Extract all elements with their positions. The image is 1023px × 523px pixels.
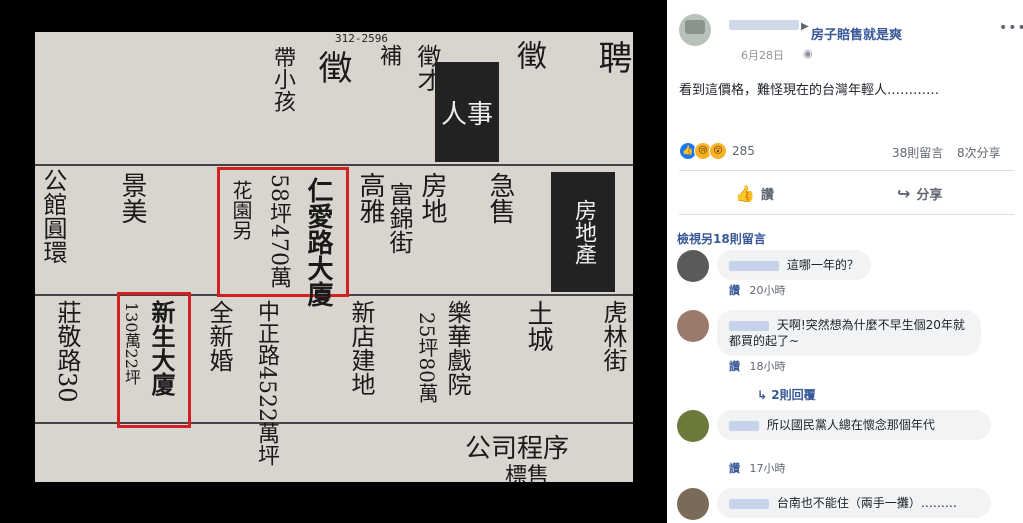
np-text: 富錦街: [385, 182, 413, 254]
post-header: ▶ 房子賠售就是爽 6月28日 ◉ •••: [679, 8, 1023, 62]
thumbs-up-icon: 👍: [735, 183, 755, 203]
np-text: 莊敬路30: [53, 300, 81, 403]
np-text: 景美: [117, 172, 147, 224]
wow-reaction-icon: 😮: [709, 142, 727, 160]
comment-meta: 讚 20小時: [729, 282, 786, 298]
more-options-icon[interactable]: •••: [999, 20, 1023, 36]
np-text: 急售: [485, 172, 515, 224]
np-ad1-title: 仁愛路大廈: [303, 177, 333, 307]
np-text: 25坪80萬: [415, 312, 439, 403]
np-ad1-detail: 58坪470萬: [266, 174, 291, 288]
comment-time: 20小時: [749, 284, 786, 297]
replies-label: 2則回覆: [771, 388, 816, 402]
reaction-count: 285: [732, 144, 755, 158]
comment-like-link[interactable]: 讚: [729, 360, 740, 373]
np-banner-ad: 人事: [435, 62, 499, 162]
view-replies-link[interactable]: ↳ 2則回覆: [757, 386, 816, 403]
np-text: 高雅: [355, 172, 385, 224]
np-ad1-sub: 花園另: [229, 180, 253, 240]
comment-bubble: 台南也不能住（兩手一攤）………: [717, 488, 991, 518]
comment-like-link[interactable]: 讚: [729, 462, 740, 475]
np-text: 標售: [505, 464, 550, 482]
np-text: 虎林街: [599, 300, 627, 372]
commenter-avatar[interactable]: [677, 488, 709, 520]
commenter-avatar[interactable]: [677, 250, 709, 282]
page-name-link[interactable]: 房子賠售就是爽: [811, 24, 902, 43]
divider: [679, 170, 1014, 171]
share-button[interactable]: ↪ 分享: [897, 182, 942, 204]
comment-like-link[interactable]: 讚: [729, 284, 740, 297]
comment-text: 這哪一年的？: [786, 258, 859, 272]
np-text: 新店建地: [347, 300, 375, 396]
np-text: 聘: [592, 40, 632, 74]
np-text: 帶小孩: [270, 46, 295, 112]
post-panel: ▶ 房子賠售就是爽 6月28日 ◉ ••• 看到這價格，難怪現在的台灣年輕人………: [667, 0, 1023, 523]
comment-time: 18小時: [749, 360, 786, 373]
commenter-name-redacted[interactable]: [729, 420, 759, 431]
post-timestamp[interactable]: 6月28日: [741, 47, 784, 63]
np-text: 土城: [523, 300, 553, 352]
np-text: 補: [376, 44, 401, 66]
np-text: 中正路4522萬坪: [254, 300, 279, 466]
comment-meta: 讚 17小時: [729, 460, 786, 476]
comment-time: 17小時: [749, 462, 786, 475]
share-icon: ↪: [897, 183, 911, 203]
comment-item: 台南也不能住（兩手一攤）………: [677, 488, 1012, 523]
like-button[interactable]: 👍 讚: [735, 182, 774, 204]
comment-bubble: 天啊!突然想為什麼不早生個20年就都買的起了~: [717, 310, 981, 356]
commenter-avatar[interactable]: [677, 410, 709, 442]
divider: [679, 214, 1014, 215]
comment-item: 天啊!突然想為什麼不早生個20年就都買的起了~ 讚 18小時 ↳ 2則回覆: [677, 310, 1012, 405]
comment-text: 台南也不能住（兩手一攤）………: [776, 496, 957, 510]
share-button-label: 分享: [916, 187, 943, 203]
np-phone: 312-2596: [335, 32, 388, 45]
view-more-comments[interactable]: 檢視另18則留言: [677, 230, 766, 247]
caret-right-icon: ▶: [801, 21, 809, 32]
globe-icon: ◉: [803, 47, 813, 60]
comment-text: 所以國民黨人總在懷念那個年代: [766, 418, 935, 432]
np-text: 全新婚: [205, 300, 233, 372]
newspaper-photo: 聘 徵 徵才 補 徵 帶小孩 312-2596 人事 房地產 急售 房地 富錦街…: [35, 32, 633, 482]
np-ad2-detail: 130萬22坪: [122, 302, 141, 385]
comments-count-link[interactable]: 38則留言: [892, 144, 943, 161]
np-ad2-title: 新生大廈: [147, 300, 176, 396]
np-text: 公館圓環: [39, 168, 67, 264]
comment-bubble: 這哪一年的？: [717, 250, 871, 280]
photo-viewer: 聘 徵 徵才 補 徵 帶小孩 312-2596 人事 房地產 急售 房地 富錦街…: [0, 0, 667, 523]
np-divider: [35, 164, 633, 166]
commenter-name-redacted[interactable]: [729, 260, 779, 271]
author-avatar[interactable]: [679, 14, 711, 46]
post-text: 看到這價格，難怪現在的台灣年輕人…………: [679, 83, 940, 98]
author-name-redacted[interactable]: [729, 20, 799, 30]
commenter-avatar[interactable]: [677, 310, 709, 342]
np-text: 徵: [312, 50, 352, 84]
reactions-summary[interactable]: 👍 😢 😮 285: [679, 142, 755, 160]
commenter-name-redacted[interactable]: [729, 320, 769, 331]
np-banner-estate: 房地產: [551, 172, 615, 292]
comment-bubble: 所以國民黨人總在懷念那個年代: [717, 410, 991, 440]
np-text: 徵: [511, 40, 546, 70]
like-button-label: 讚: [760, 187, 774, 203]
np-text: 房地: [417, 172, 447, 224]
comment-item: 這哪一年的？ 讚 20小時: [677, 250, 1012, 300]
comment-item: 所以國民黨人總在懷念那個年代 讚 17小時: [677, 410, 1012, 475]
np-text: 樂華戲院: [443, 300, 471, 396]
comment-meta: 讚 18小時: [729, 358, 786, 374]
commenter-name-redacted[interactable]: [729, 498, 769, 509]
shares-count-link[interactable]: 8次分享: [957, 144, 1001, 161]
